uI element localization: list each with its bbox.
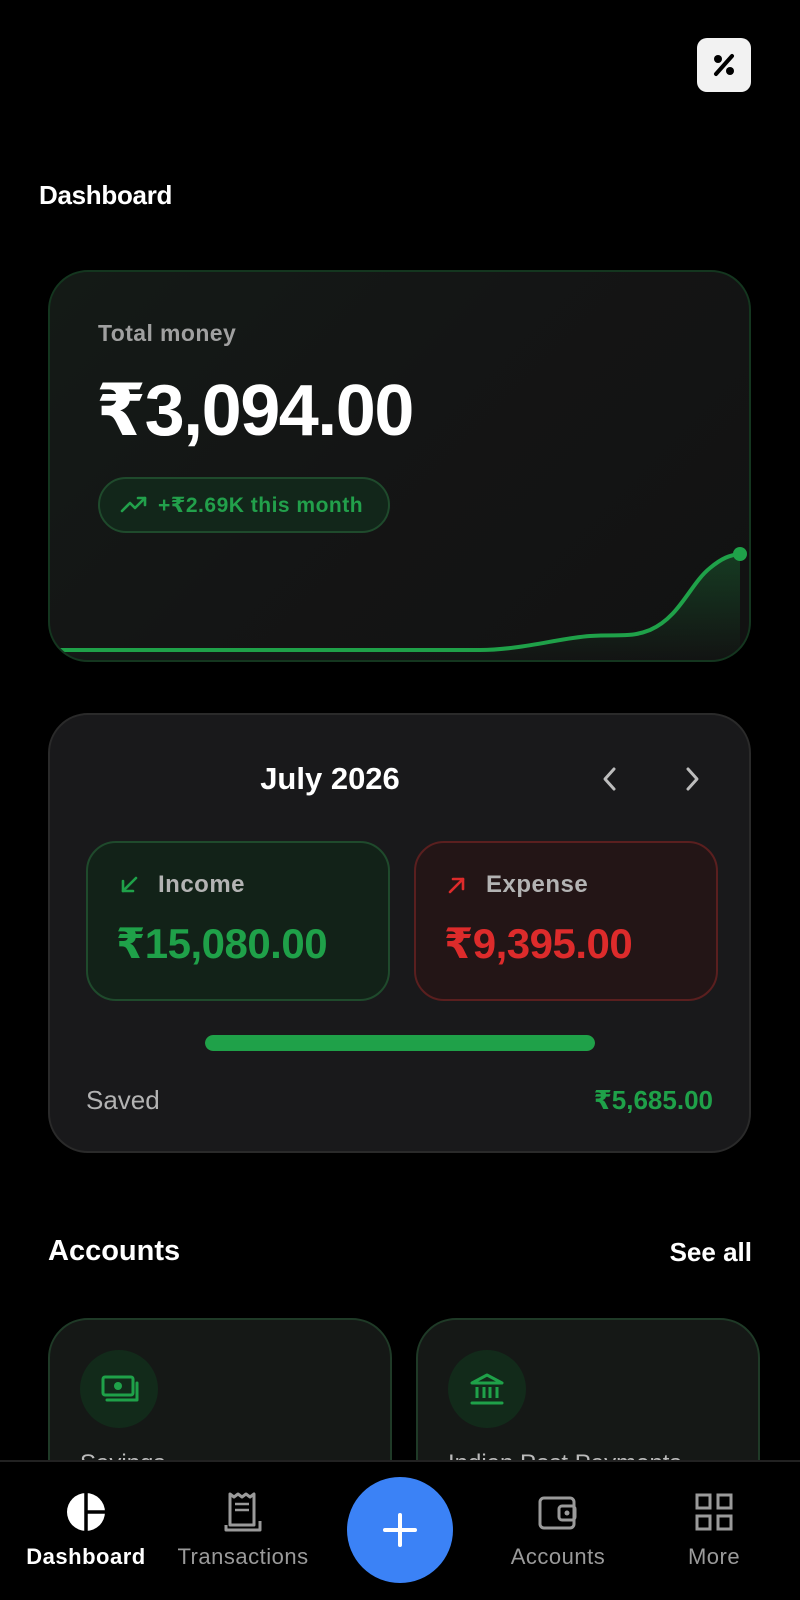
account-icon-badge (80, 1350, 158, 1428)
total-money-label: Total money (98, 320, 237, 346)
grid-icon (695, 1493, 733, 1531)
bank-icon (470, 1373, 504, 1405)
expense-box[interactable]: Expense ₹9,395.00 (414, 841, 718, 1001)
add-transaction-button[interactable] (347, 1477, 453, 1583)
trend-text: +₹2.69K this month (158, 493, 364, 517)
expense-label: Expense (486, 871, 589, 898)
saved-value: ₹5,685.00 (593, 1085, 713, 1115)
receipt-icon (224, 1492, 262, 1532)
page-title: Dashboard (39, 180, 173, 210)
nav-label: Accounts (510, 1544, 606, 1569)
expense-value: ₹9,395.00 (444, 920, 633, 967)
month-title: July 2026 (260, 761, 400, 796)
nav-label: Transactions (177, 1544, 309, 1569)
cash-icon (101, 1375, 139, 1402)
accounts-heading: Accounts (48, 1235, 181, 1267)
next-month-button[interactable] (672, 759, 712, 799)
total-money-amount: ₹3,094.00 (96, 371, 414, 451)
wallet-icon (538, 1496, 577, 1530)
chevron-right-icon (686, 767, 699, 791)
nav-item-dashboard[interactable]: Dashboard (6, 1462, 166, 1600)
pie-chart-icon (67, 1493, 105, 1531)
see-all-accounts-link[interactable]: See all (670, 1237, 752, 1268)
sparkline-endpoint (733, 547, 747, 561)
plus-icon (383, 1513, 417, 1547)
account-icon-badge (448, 1350, 526, 1428)
arrow-up-right-icon (448, 877, 465, 894)
nav-label: Dashboard (26, 1544, 146, 1569)
income-label: Income (158, 871, 246, 898)
income-value: ₹15,080.00 (116, 920, 328, 967)
nav-item-accounts[interactable]: Accounts (478, 1462, 638, 1600)
savings-progress-bar (205, 1035, 595, 1051)
nav-item-more[interactable]: More (634, 1462, 794, 1600)
monthly-trend-badge: +₹2.69K this month (98, 477, 390, 533)
saved-label: Saved (86, 1085, 160, 1115)
trending-up-icon (120, 496, 147, 513)
nav-item-transactions[interactable]: Transactions (163, 1462, 323, 1600)
monthly-summary-card: July 2026 Income ₹15,080.00 Expense ₹9,3… (48, 713, 751, 1153)
chevron-left-icon (603, 767, 616, 791)
income-box[interactable]: Income ₹15,080.00 (86, 841, 390, 1001)
percent-icon (714, 54, 734, 76)
savings-progress-fill (205, 1035, 595, 1051)
total-money-card[interactable]: Total money ₹3,094.00 +₹2.69K this month (48, 270, 751, 662)
previous-month-button[interactable] (590, 759, 630, 799)
arrow-down-left-icon (121, 876, 138, 893)
nav-label: More (687, 1544, 741, 1569)
quick-action-button[interactable] (697, 38, 751, 92)
